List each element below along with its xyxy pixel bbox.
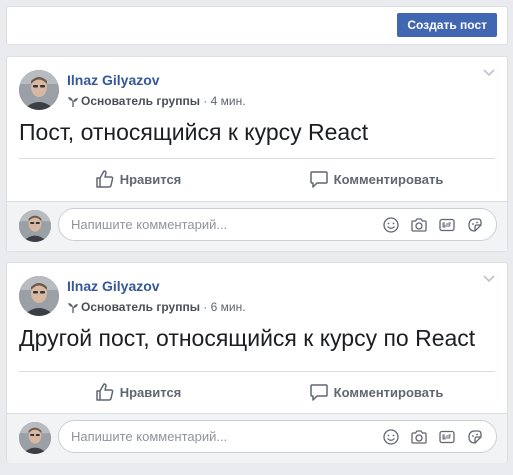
- comment-label: Комментировать: [333, 384, 444, 400]
- post-time[interactable]: 4 мин.: [211, 94, 246, 108]
- author-role: Основатель группы: [81, 300, 200, 314]
- post-card: Ilnaz Gilyazov Основатель группы · 4 мин…: [6, 56, 508, 252]
- post-actions: Нравится Комментировать: [19, 374, 495, 410]
- avatar[interactable]: [19, 276, 59, 316]
- meta-separator: ·: [203, 94, 208, 108]
- comment-input[interactable]: [71, 209, 371, 240]
- comment-tools: [382, 216, 484, 234]
- comment-input-box: [58, 208, 497, 241]
- post-meta: Основатель группы · 4 мин.: [67, 94, 246, 108]
- sprout-icon: [68, 97, 78, 107]
- like-label: Нравится: [119, 171, 182, 187]
- emoji-icon[interactable]: [382, 216, 400, 234]
- create-post-bar: Создать пост: [6, 6, 508, 45]
- post-text: Пост, относящийся к курсу React: [19, 119, 369, 145]
- avatar[interactable]: [19, 70, 59, 110]
- comment-icon: [309, 384, 328, 401]
- comment-button[interactable]: Комментировать: [257, 374, 495, 410]
- chevron-down-icon[interactable]: [483, 275, 495, 283]
- author-role: Основатель группы: [81, 94, 200, 108]
- avatar: [19, 210, 51, 242]
- comment-label: Комментировать: [333, 171, 444, 187]
- camera-icon[interactable]: [410, 428, 428, 446]
- meta-separator: ·: [203, 300, 208, 314]
- post-text: Другой пост, относящийся к курсу по Reac…: [19, 325, 476, 351]
- create-post-button[interactable]: Создать пост: [397, 13, 497, 37]
- emoji-icon[interactable]: [382, 428, 400, 446]
- comment-button[interactable]: Комментировать: [257, 161, 495, 197]
- like-button[interactable]: Нравится: [19, 161, 257, 197]
- comment-input-box: [58, 420, 497, 453]
- comment-icon: [309, 171, 328, 188]
- sticker-icon[interactable]: [466, 428, 484, 446]
- like-label: Нравится: [119, 384, 182, 400]
- author-name[interactable]: Ilnaz Gilyazov: [67, 72, 160, 88]
- comment-composer: [7, 413, 507, 463]
- like-icon: [95, 170, 114, 188]
- camera-icon[interactable]: [410, 216, 428, 234]
- gif-icon[interactable]: [438, 216, 456, 234]
- avatar: [19, 422, 51, 454]
- comment-tools: [382, 428, 484, 446]
- post-meta: Основатель группы · 6 мин.: [67, 300, 246, 314]
- post-actions: Нравится Комментировать: [19, 161, 495, 197]
- sprout-icon: [68, 303, 78, 313]
- chevron-down-icon[interactable]: [483, 69, 495, 77]
- divider: [19, 158, 495, 159]
- like-button[interactable]: Нравится: [19, 374, 257, 410]
- gif-icon[interactable]: [438, 428, 456, 446]
- sticker-icon[interactable]: [466, 216, 484, 234]
- post-time[interactable]: 6 мин.: [211, 300, 246, 314]
- divider: [19, 371, 495, 372]
- like-icon: [95, 383, 114, 401]
- author-name[interactable]: Ilnaz Gilyazov: [67, 278, 160, 294]
- comment-composer: [7, 201, 507, 251]
- comment-input[interactable]: [71, 421, 371, 452]
- post-card: Ilnaz Gilyazov Основатель группы · 6 мин…: [6, 262, 508, 463]
